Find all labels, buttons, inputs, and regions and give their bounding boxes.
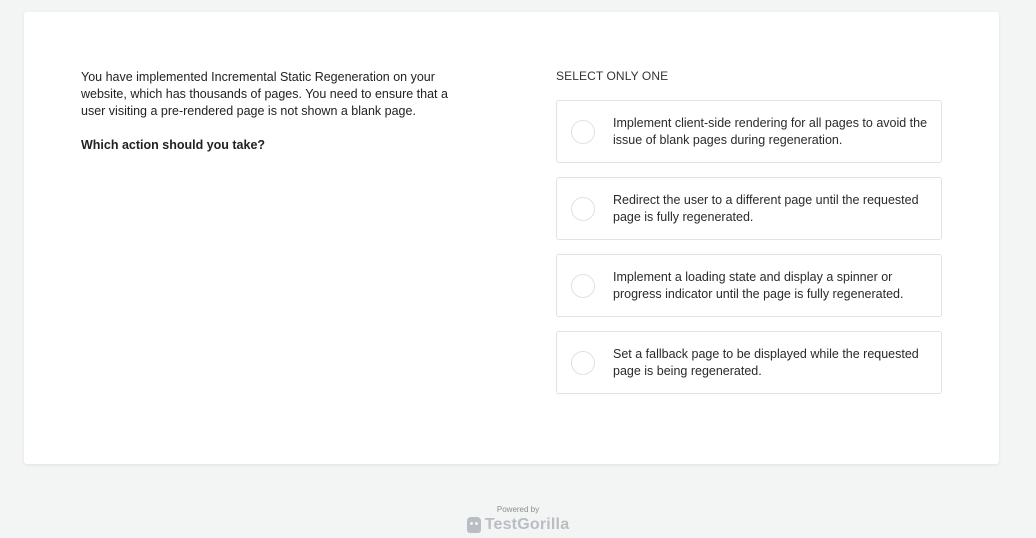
footer: Powered by TestGorilla [0, 505, 1036, 538]
answer-option-1[interactable]: Implement client-side rendering for all … [556, 100, 942, 163]
brand-logo[interactable]: TestGorilla [466, 516, 570, 534]
answers-panel: SELECT ONLY ONE Implement client-side re… [556, 69, 942, 408]
question-card: You have implemented Incremental Static … [24, 12, 999, 464]
gorilla-logo-icon [466, 517, 481, 533]
select-instruction: SELECT ONLY ONE [556, 69, 669, 83]
question-panel: You have implemented Incremental Static … [81, 69, 461, 154]
answer-option-4[interactable]: Set a fallback page to be displayed whil… [556, 331, 942, 394]
radio-button[interactable] [571, 120, 595, 144]
question-text: You have implemented Incremental Static … [81, 70, 448, 118]
question-prompt: Which action should you take? [81, 138, 266, 152]
radio-button[interactable] [571, 274, 595, 298]
answer-option-label: Set a fallback page to be displayed whil… [613, 347, 919, 378]
answer-option-label: Redirect the user to a different page un… [613, 193, 919, 224]
radio-button[interactable] [571, 197, 595, 221]
brand-name: TestGorilla [484, 516, 570, 533]
radio-button[interactable] [571, 351, 595, 375]
powered-by-text: Powered by [496, 505, 540, 514]
answer-option-3[interactable]: Implement a loading state and display a … [556, 254, 942, 317]
answer-option-label: Implement a loading state and display a … [613, 270, 904, 301]
answer-option-2[interactable]: Redirect the user to a different page un… [556, 177, 942, 240]
answer-option-label: Implement client-side rendering for all … [613, 116, 928, 147]
